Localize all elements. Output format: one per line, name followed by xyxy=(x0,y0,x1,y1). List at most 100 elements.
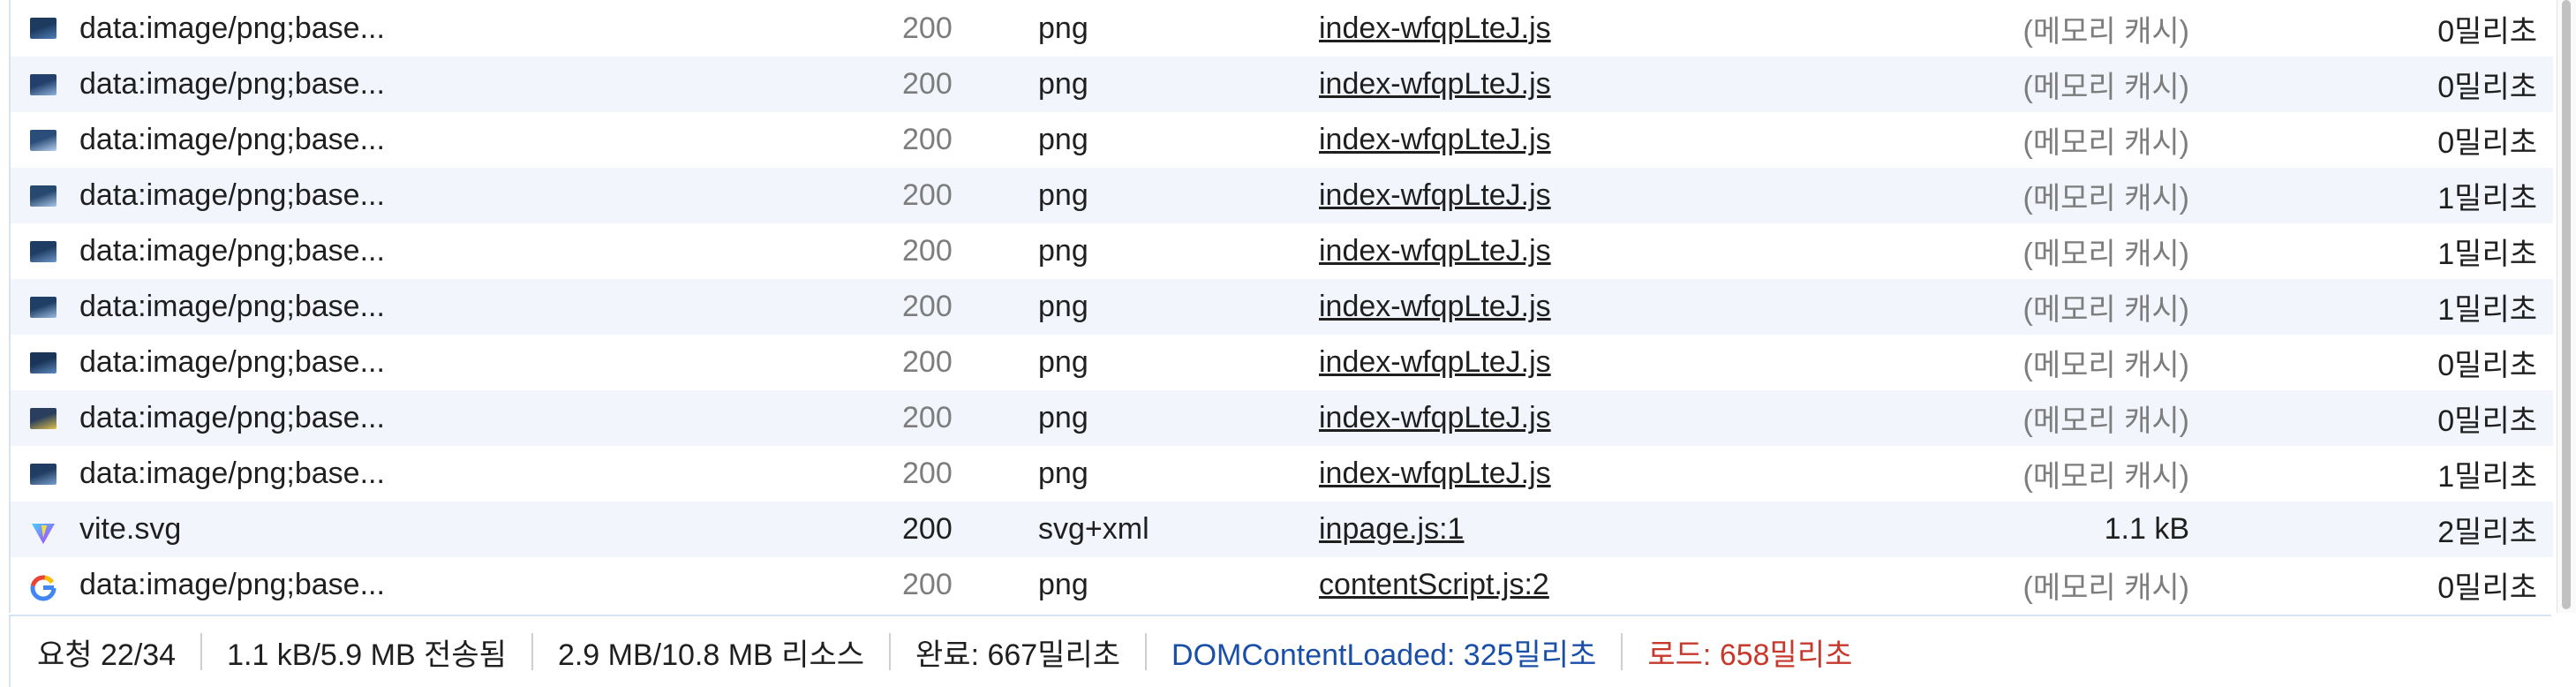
request-row[interactable]: data:image/png;base... 200 png index-wfqpLt… xyxy=(11,168,2553,223)
request-time: 0밀리초 xyxy=(2437,14,2537,49)
request-time: 1밀리초 xyxy=(2437,182,2537,215)
transfer-size: (메모리 캐시) xyxy=(2022,349,2190,382)
status-code: 200 xyxy=(902,67,953,101)
initiator-link[interactable]: index-wfqpLteJ.js xyxy=(1319,11,1551,46)
initiator-cell: index-wfqpLteJ.js xyxy=(1298,168,1580,223)
initiator-link[interactable]: index-wfqpLteJ.js xyxy=(1319,401,1551,435)
initiator-cell: contentScript.js:2 xyxy=(1298,557,1580,613)
request-name: data:image/png;base... xyxy=(79,401,385,434)
transfer-size: (메모리 캐시) xyxy=(2022,71,2190,104)
initiator-link[interactable]: index-wfqpLteJ.js xyxy=(1319,178,1551,213)
initiator-cell: inpage.js:1 xyxy=(1298,502,1580,557)
resource-type: png xyxy=(1038,178,1088,212)
image-thumbnail-icon xyxy=(30,185,56,207)
network-panel: data:image/png;base... 200 png index-wfqpLt… xyxy=(0,0,2576,687)
initiator-link[interactable]: index-wfqpLteJ.js xyxy=(1319,123,1551,157)
request-count: 요청 22/34 xyxy=(11,633,203,672)
scrollbar-thumb[interactable] xyxy=(2562,0,2571,609)
request-name: data:image/png;base... xyxy=(79,178,385,212)
request-name-cell[interactable]: data:image/png;base... xyxy=(11,223,881,279)
image-thumbnail-icon xyxy=(30,407,56,429)
resource-type: png xyxy=(1038,457,1088,490)
status-code: 200 xyxy=(902,11,953,45)
initiator-cell: index-wfqpLteJ.js xyxy=(1298,223,1580,279)
request-name-cell[interactable]: data:image/png;base... xyxy=(11,57,881,112)
resource-type: png xyxy=(1038,11,1088,45)
initiator-link[interactable]: index-wfqpLteJ.js xyxy=(1319,67,1551,102)
request-row[interactable]: data:image/png;base... 200 png contentScrip… xyxy=(11,557,2553,613)
request-row[interactable]: data:image/png;base... 200 png index-wfqpLt… xyxy=(11,112,2553,168)
request-row[interactable]: data:image/png;base... 200 png index-wfqpLt… xyxy=(11,0,2553,57)
request-name-cell[interactable]: vite.svg xyxy=(11,502,881,557)
initiator-cell: index-wfqpLteJ.js xyxy=(1298,446,1580,502)
initiator-cell: index-wfqpLteJ.js xyxy=(1298,335,1580,390)
request-row[interactable]: vite.svg 200 svg+xml inpage.js:1 1.1 kB 2밀리초 xyxy=(11,502,2553,557)
request-name-cell[interactable]: data:image/png;base... xyxy=(11,168,881,223)
initiator-link[interactable]: contentScript.js:2 xyxy=(1319,568,1549,602)
status-code: 200 xyxy=(902,234,953,268)
resource-type: png xyxy=(1038,401,1088,434)
request-name-cell[interactable]: data:image/png;base... xyxy=(11,0,881,57)
status-code: 200 xyxy=(902,512,953,546)
request-row[interactable]: data:image/png;base... 200 png index-wfqpLt… xyxy=(11,335,2553,390)
image-thumbnail-icon xyxy=(30,129,56,151)
transfer-size: 1.1 kB xyxy=(2104,512,2189,546)
initiator-cell: index-wfqpLteJ.js xyxy=(1298,0,1580,57)
request-row[interactable]: data:image/png;base... 200 png index-wfqpLt… xyxy=(11,57,2553,112)
initiator-cell: index-wfqpLteJ.js xyxy=(1298,57,1580,112)
request-time: 0밀리초 xyxy=(2437,71,2537,104)
transfer-size: (메모리 캐시) xyxy=(2022,460,2190,494)
request-name: data:image/png;base... xyxy=(79,11,385,45)
request-name: data:image/png;base... xyxy=(79,67,385,101)
request-time: 0밀리초 xyxy=(2437,404,2537,438)
initiator-link[interactable]: inpage.js:1 xyxy=(1319,512,1464,547)
request-name-cell[interactable]: data:image/png;base... xyxy=(11,112,881,168)
request-time: 1밀리초 xyxy=(2437,460,2537,494)
request-time: 1밀리초 xyxy=(2437,293,2537,327)
status-code: 200 xyxy=(902,123,953,156)
initiator-link[interactable]: index-wfqpLteJ.js xyxy=(1319,345,1551,380)
initiator-link[interactable]: index-wfqpLteJ.js xyxy=(1319,290,1551,324)
vertical-scrollbar[interactable] xyxy=(2557,0,2576,613)
request-row[interactable]: data:image/png;base... 200 png index-wfqpLt… xyxy=(11,446,2553,502)
image-thumbnail-icon xyxy=(30,73,56,95)
request-name-cell[interactable]: data:image/png;base... xyxy=(11,446,881,502)
initiator-cell: index-wfqpLteJ.js xyxy=(1298,279,1580,335)
request-name: data:image/png;base... xyxy=(79,457,385,490)
request-time: 1밀리초 xyxy=(2437,238,2537,271)
initiator-link[interactable]: index-wfqpLteJ.js xyxy=(1319,234,1551,268)
request-name-cell[interactable]: data:image/png;base... xyxy=(11,279,881,335)
request-name: data:image/png;base... xyxy=(79,123,385,156)
request-time: 0밀리초 xyxy=(2437,571,2537,605)
image-thumbnail-icon xyxy=(30,463,56,485)
request-time: 0밀리초 xyxy=(2437,126,2537,160)
request-name: data:image/png;base... xyxy=(79,345,385,379)
finish-time: 완료: 667밀리초 xyxy=(891,633,1148,672)
vite-logo-icon xyxy=(30,519,56,544)
request-name-cell[interactable]: data:image/png;base... xyxy=(11,335,881,390)
status-code: 200 xyxy=(902,457,953,490)
request-name-cell[interactable]: data:image/png;base... xyxy=(11,557,881,613)
request-row[interactable]: data:image/png;base... 200 png index-wfqpLt… xyxy=(11,223,2553,279)
request-time: 0밀리초 xyxy=(2437,349,2537,382)
request-row[interactable]: data:image/png;base... 200 png index-wfqpLt… xyxy=(11,390,2553,446)
request-name: data:image/png;base... xyxy=(79,234,385,268)
status-code: 200 xyxy=(902,401,953,434)
image-thumbnail-icon xyxy=(30,351,56,374)
image-thumbnail-icon xyxy=(30,240,56,262)
resource-type: png xyxy=(1038,67,1088,101)
request-row[interactable]: data:image/png;base... 200 png index-wfqpLt… xyxy=(11,279,2553,335)
request-name-cell[interactable]: data:image/png;base... xyxy=(11,390,881,446)
image-thumbnail-icon xyxy=(30,296,56,318)
initiator-link[interactable]: index-wfqpLteJ.js xyxy=(1319,457,1551,491)
initiator-cell: index-wfqpLteJ.js xyxy=(1298,390,1580,446)
transfer-size: (메모리 캐시) xyxy=(2022,14,2190,49)
resource-type: png xyxy=(1038,290,1088,323)
request-name: data:image/png;base... xyxy=(79,290,385,323)
transfer-size: (메모리 캐시) xyxy=(2022,238,2190,271)
transfer-size: (메모리 캐시) xyxy=(2022,293,2190,327)
transfer-size: (메모리 캐시) xyxy=(2022,571,2190,605)
load-time: 로드: 658밀리초 xyxy=(1647,638,1853,672)
status-code: 200 xyxy=(902,345,953,379)
resource-type: png xyxy=(1038,345,1088,379)
